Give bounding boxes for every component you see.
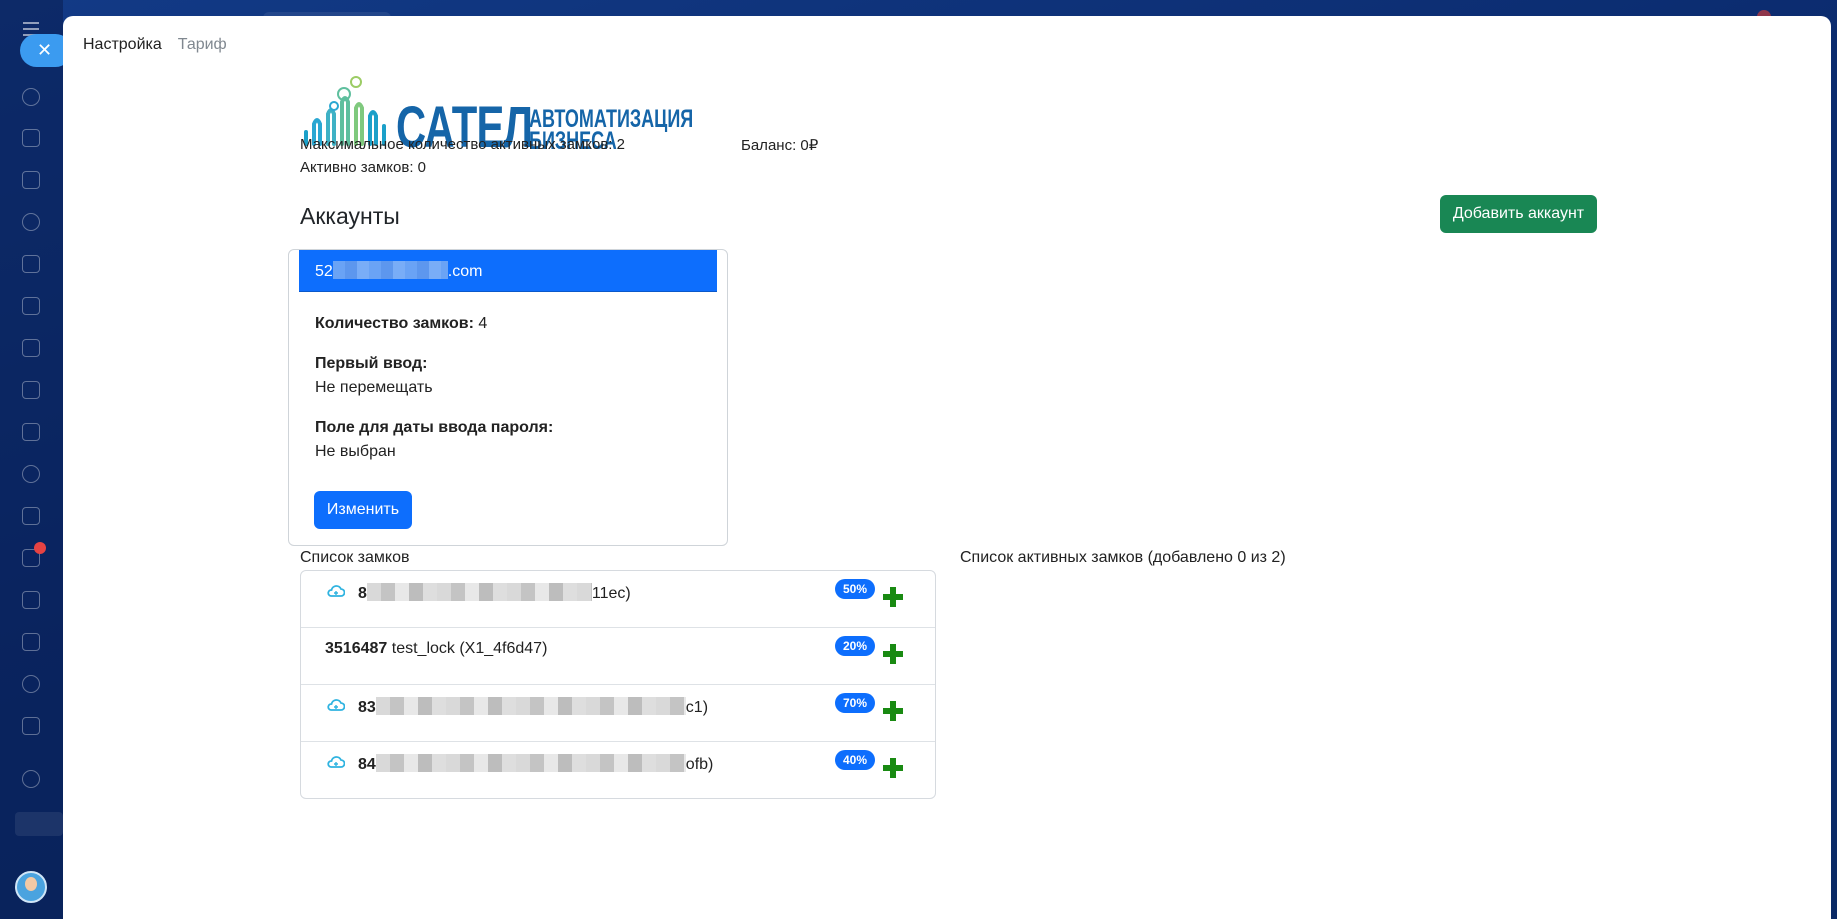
card-icon[interactable]	[22, 381, 40, 399]
lock-title: test_lock (X1_4f6d47)	[391, 640, 548, 657]
active-locks: Активно замков: 0	[300, 159, 426, 176]
settings-icon[interactable]	[22, 770, 40, 788]
edit-button[interactable]: Изменить	[314, 491, 412, 529]
calendar-icon[interactable]	[22, 255, 40, 273]
password-date-value: Не выбран	[315, 443, 396, 460]
lock-name-suffix: c1)	[685, 699, 709, 716]
lock-name-suffix: ofb)	[685, 756, 714, 773]
first-input-label: Первый ввод:	[315, 355, 428, 372]
list-item[interactable]: 3516487 test_lock (X1_4f6d47) 20%	[301, 628, 935, 685]
locks-count-label: Количество замков:	[315, 315, 474, 332]
accounts-title: Аккаунты	[300, 203, 400, 229]
users-icon[interactable]	[22, 465, 40, 483]
add-lock-plus-icon[interactable]	[881, 585, 905, 609]
lock-redacted	[366, 583, 592, 601]
lock-name: 83 c1)	[358, 697, 708, 717]
lock-id: 8	[358, 585, 367, 602]
locks-list-title: Список замков	[300, 549, 410, 566]
locks-count-value: 4	[478, 315, 488, 332]
sidebar-icon-1[interactable]	[22, 88, 40, 106]
add-account-button[interactable]: Добавить аккаунт	[1440, 195, 1597, 233]
lock-charge-badge: 40%	[835, 750, 875, 770]
lock-charge-badge: 20%	[835, 636, 875, 656]
email-suffix: .com	[447, 263, 483, 280]
email-redacted	[332, 261, 448, 279]
cart-icon[interactable]	[22, 717, 40, 735]
tasks-icon[interactable]	[22, 507, 40, 525]
calendar-icon-2[interactable]	[22, 591, 40, 609]
add-lock-plus-icon[interactable]	[881, 642, 905, 666]
account-card: 52 .com Количество замков: 4 Первый ввод:…	[288, 249, 728, 546]
add-lock-plus-icon[interactable]	[881, 756, 905, 780]
lock-redacted	[375, 697, 686, 715]
grid-icon[interactable]	[22, 339, 40, 357]
first-input-value: Не перемещать	[315, 379, 433, 396]
lock-charge-badge: 70%	[835, 693, 875, 713]
cloud-sync-icon	[327, 756, 345, 768]
app-sidebar	[0, 0, 63, 919]
cloud-sync-icon	[327, 699, 345, 711]
password-date-label: Поле для даты ввода пароля:	[315, 419, 554, 436]
cloud-sync-icon	[327, 585, 345, 597]
lock-redacted	[375, 754, 686, 772]
lock-id: 84	[358, 756, 376, 773]
mail-icon[interactable]	[22, 423, 40, 441]
file-icon[interactable]	[22, 297, 40, 315]
list-item[interactable]: 83 c1) 70%	[301, 685, 935, 742]
list-item[interactable]: 8 11ec) 50%	[301, 571, 935, 628]
email-prefix: 52	[315, 263, 333, 280]
active-locks-title: Список активных замков (добавлено 0 из 2…	[960, 549, 1286, 566]
account-email[interactable]: 52 .com	[299, 250, 717, 292]
add-lock-plus-icon[interactable]	[881, 699, 905, 723]
crm-icon[interactable]	[22, 213, 40, 231]
avatar[interactable]	[15, 871, 47, 903]
max-active-locks: Максимальное количество активных замков:…	[300, 136, 625, 153]
market-icon[interactable]	[22, 675, 40, 693]
lock-name: 3516487 test_lock (X1_4f6d47)	[325, 640, 547, 658]
balance: Баланс: 0₽	[741, 137, 819, 154]
sidebar-strip	[15, 812, 63, 836]
lock-name: 84 ofb)	[358, 754, 713, 774]
locks-list: 8 11ec) 50% 3516487 test_lock (X1_4f6d47)…	[300, 570, 936, 799]
lock-name: 8 11ec)	[358, 583, 631, 603]
settings-panel: Настройка Тариф САТЕЛ АВТОМАТИЗАЦИЯ БИЗН…	[63, 16, 1831, 919]
list-item[interactable]: 84 ofb) 40%	[301, 742, 935, 798]
lock-name-suffix: 11ec)	[591, 585, 631, 602]
chat-icon[interactable]	[22, 129, 40, 147]
notification-badge	[34, 542, 46, 554]
lock-charge-badge: 50%	[835, 579, 875, 599]
lock-id: 3516487	[325, 640, 388, 657]
tabs: Настройка Тариф	[83, 36, 227, 54]
locks-count: Количество замков: 4	[315, 315, 487, 333]
tab-settings[interactable]: Настройка	[83, 36, 162, 54]
box-icon[interactable]	[22, 633, 40, 651]
tab-tariff[interactable]: Тариф	[178, 36, 227, 54]
lock-id: 83	[358, 699, 376, 716]
document-icon[interactable]	[22, 171, 40, 189]
